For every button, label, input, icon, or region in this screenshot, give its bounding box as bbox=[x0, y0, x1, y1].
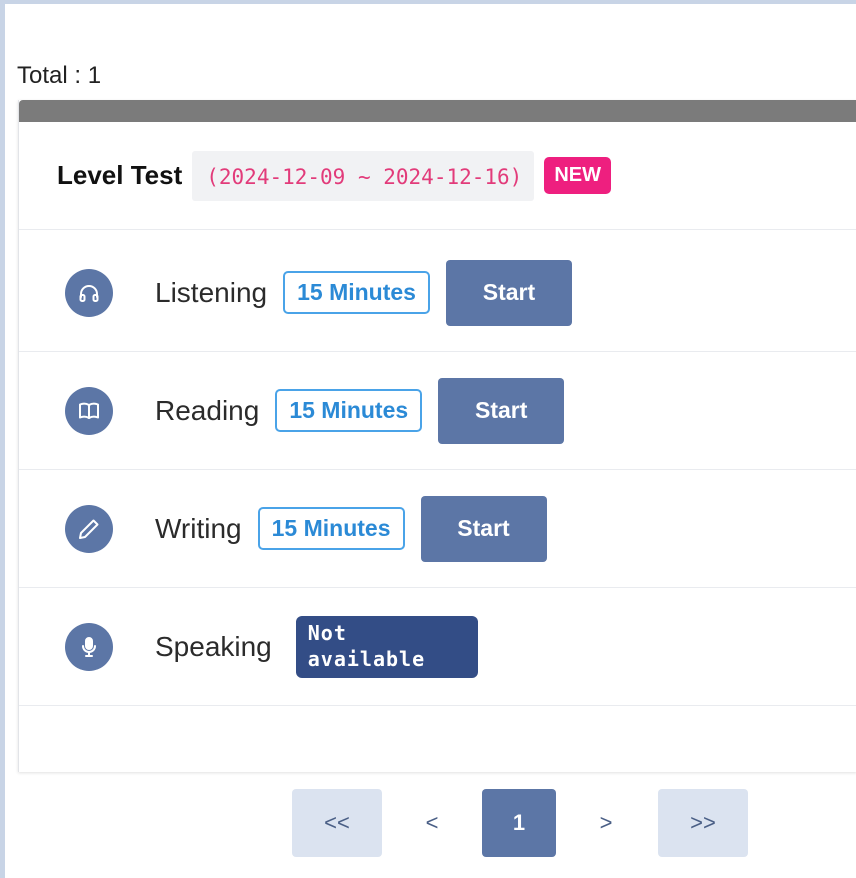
section-row-writing: Writing 15 Minutes Start bbox=[19, 470, 856, 588]
start-writing-button[interactable]: Start bbox=[420, 495, 547, 562]
headphones-icon bbox=[65, 268, 113, 317]
start-reading-button[interactable]: Start bbox=[438, 377, 565, 444]
last-page-button[interactable]: >> bbox=[658, 789, 748, 857]
first-page-button[interactable]: << bbox=[292, 789, 382, 857]
card-topbar bbox=[19, 100, 856, 122]
not-available-badge: Not available bbox=[295, 615, 478, 678]
start-listening-button[interactable]: Start bbox=[445, 259, 572, 326]
section-row-speaking: Speaking Not available bbox=[19, 588, 856, 706]
pagination: << < 1 > >> bbox=[292, 789, 748, 857]
new-badge: NEW bbox=[544, 157, 611, 194]
duration-badge: 15 Minutes bbox=[275, 389, 423, 432]
prev-page-button[interactable]: < bbox=[392, 789, 472, 857]
page-1-button[interactable]: 1 bbox=[482, 789, 556, 857]
section-label: Writing bbox=[155, 512, 242, 544]
section-label: Speaking bbox=[155, 630, 272, 662]
duration-badge: 15 Minutes bbox=[257, 507, 405, 550]
next-page-button[interactable]: > bbox=[566, 789, 646, 857]
microphone-icon bbox=[65, 622, 113, 671]
section-label: Listening bbox=[155, 276, 268, 308]
section-row-listening: Listening 15 Minutes Start bbox=[19, 234, 856, 352]
pencil-icon bbox=[65, 504, 113, 553]
test-title: Level Test bbox=[57, 160, 183, 190]
test-header: Level Test (2024-12-09 ~ 2024-12-16) NEW bbox=[19, 122, 856, 230]
total-count: Total : 1 bbox=[17, 62, 102, 89]
book-icon bbox=[65, 386, 113, 435]
test-date-range: (2024-12-09 ~ 2024-12-16) bbox=[192, 150, 535, 201]
page: Total : 1 Level Test (2024-12-09 ~ 2024-… bbox=[5, 4, 856, 878]
section-label: Reading bbox=[155, 394, 260, 426]
duration-badge: 15 Minutes bbox=[283, 271, 430, 314]
section-row-reading: Reading 15 Minutes Start bbox=[19, 352, 856, 470]
test-card: Level Test (2024-12-09 ~ 2024-12-16) NEW… bbox=[18, 100, 856, 772]
